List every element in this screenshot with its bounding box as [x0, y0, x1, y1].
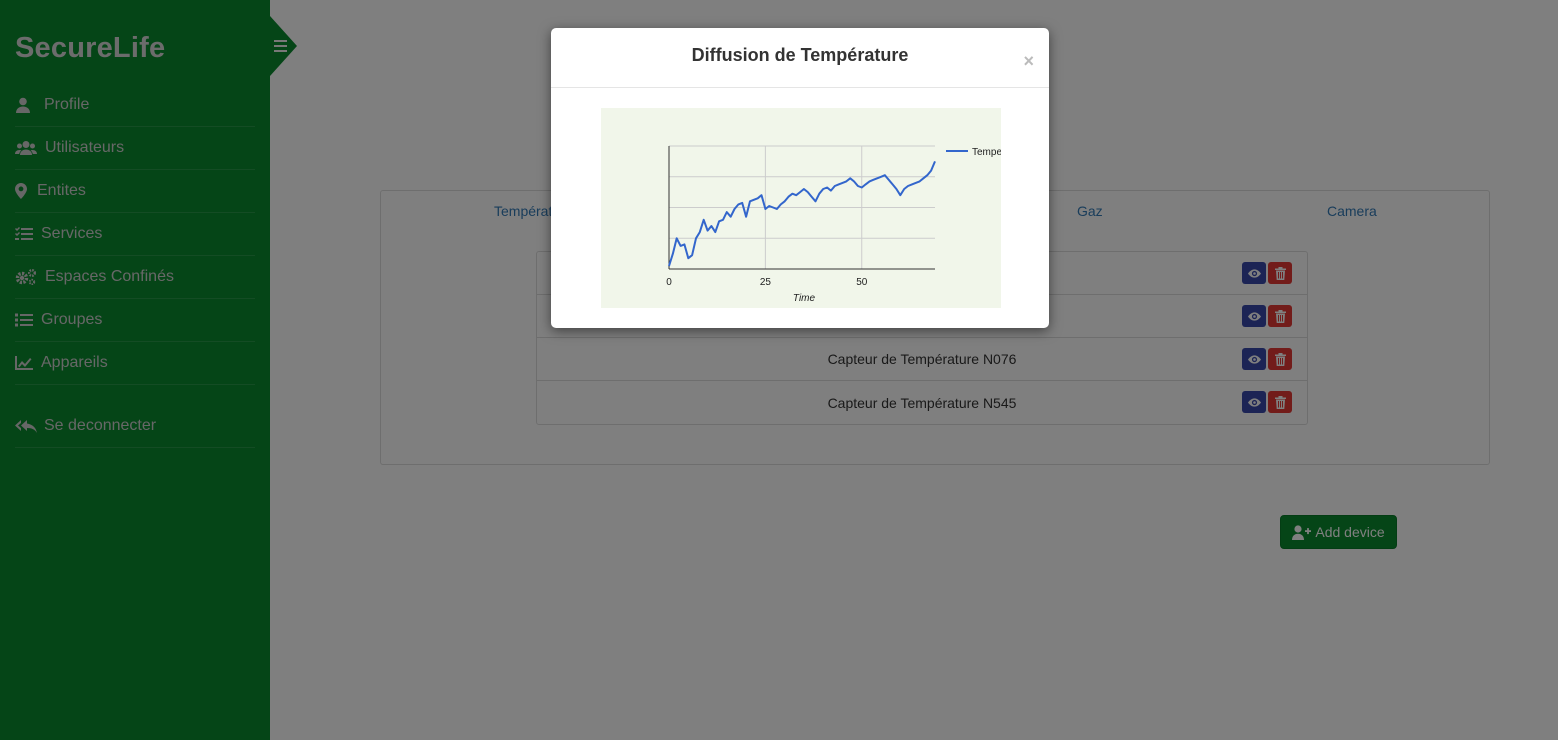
- temperature-modal: Diffusion de Température × 0 25 50 Time Temp…: [551, 28, 1049, 328]
- chart-canvas: 0 25 50 Time Tempe: [666, 145, 1001, 304]
- x-axis-label: Time: [793, 293, 816, 304]
- close-icon[interactable]: ×: [1023, 52, 1034, 70]
- modal-title: Diffusion de Température: [691, 45, 909, 65]
- modal-header: Diffusion de Température ×: [551, 28, 1049, 88]
- x-tick-label: 0: [666, 277, 672, 288]
- x-tick-label: 50: [856, 277, 868, 288]
- x-tick-label: 25: [760, 277, 772, 288]
- legend-label: Tempe: [972, 147, 1001, 158]
- temperature-chart: 0 25 50 Time Tempe: [601, 108, 1001, 308]
